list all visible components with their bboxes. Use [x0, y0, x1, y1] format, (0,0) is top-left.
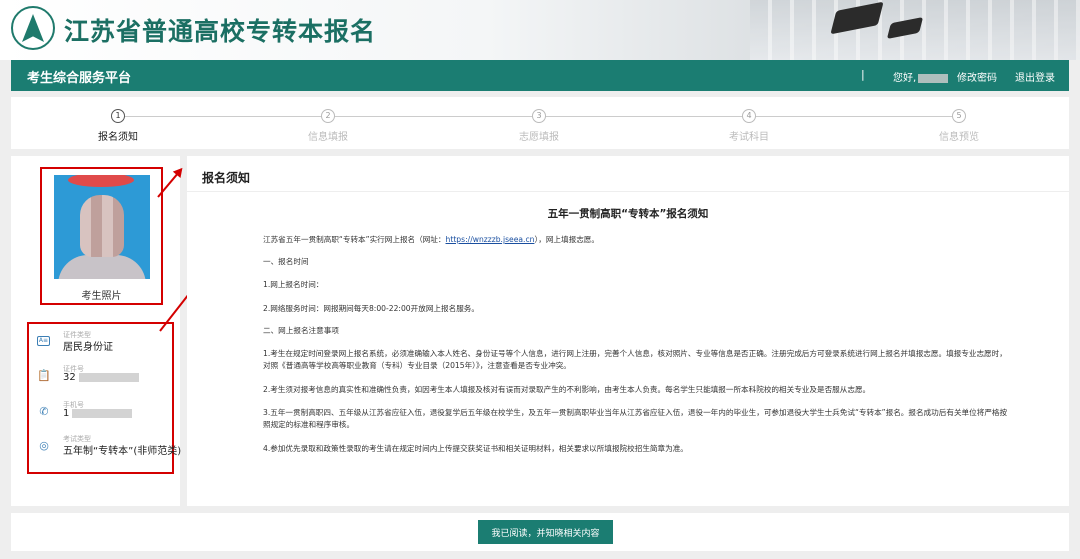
user-greeting: 您好,: [893, 69, 949, 84]
step-label: 志愿填报: [519, 132, 559, 143]
notice-heading: 报名须知: [202, 171, 251, 185]
photo-highlight-box: 考生照片: [40, 167, 163, 305]
step-number: 5: [952, 109, 966, 123]
step-number: 2: [321, 109, 335, 123]
progress-steps: 1 报名须知 2 信息填报 3 志愿填报 4 考试科目 5 信息预览: [11, 97, 1069, 149]
site-title: 江苏省普通高校专转本报名: [64, 17, 377, 46]
notice-title: 五年一贯制高职“专转本”报名须知: [547, 208, 709, 220]
footer-bar: 我已阅读，并知晓相关内容: [11, 513, 1069, 551]
notice-paragraph: 1.考生在规定时间登录网上报名系统，必须准确输入本人姓名、身份证号等个人信息，进…: [263, 349, 1007, 370]
candidate-photo: [54, 175, 150, 279]
heading-divider: [187, 191, 1069, 192]
notice-paragraph: 3.五年一贯制高职四、五年级从江苏省应征入伍，退役复学后五年级在校学生，及五年一…: [263, 408, 1008, 429]
photo-shoulder: [58, 255, 146, 279]
profile-panel: 考生照片 A≡ 证件类型 居民身份证 📋 证件号 32 ✆ 手机号 1 ◎ 考试…: [11, 156, 181, 506]
photo-face-pixelated: [80, 195, 124, 257]
site-banner: 江苏省普通高校专转本报名: [0, 0, 1080, 60]
step-label: 信息填报: [308, 132, 348, 143]
step-5: 5 信息预览: [899, 109, 1019, 143]
info-value: 五年制“专转本”(非师范类): [63, 446, 182, 457]
info-highlight-box: A≡ 证件类型 居民身份证 📋 证件号 32 ✆ 手机号 1 ◎ 考试类型 五年…: [27, 322, 181, 474]
step-number: 1: [111, 109, 125, 123]
step-number: 4: [742, 109, 756, 123]
info-value: 32: [63, 372, 139, 383]
phone-icon: ✆: [39, 405, 49, 418]
clipboard-icon: 📋: [37, 369, 51, 382]
exam-type-icon: ◎: [39, 439, 49, 452]
photo-hat: [68, 175, 134, 187]
notice-intro: 江苏省五年一贯制高职“专转本”实行网上报名（网址：https://wnzzzb.…: [263, 235, 599, 244]
notice-paragraph: 4.参加优先录取和政策性录取的考生请在规定时间内上传提交获奖证书和相关证明材料，…: [263, 444, 688, 453]
notice-panel: 报名须知 五年一贯制高职“专转本”报名须知 江苏省五年一贯制高职“专转本”实行网…: [187, 156, 1069, 506]
section-heading: 一、报名时间: [263, 257, 309, 266]
step-1: 1 报名须知: [58, 109, 178, 143]
step-label: 信息预览: [939, 132, 979, 143]
step-number: 3: [532, 109, 546, 123]
platform-title: 考生综合服务平台: [27, 71, 132, 86]
step-label: 报名须知: [98, 132, 138, 143]
id-card-icon: A≡: [37, 336, 50, 346]
step-label: 考试科目: [729, 132, 769, 143]
top-navbar: 考生综合服务平台 | 您好, 修改密码 退出登录: [11, 60, 1069, 91]
username-blurred: [918, 73, 949, 83]
step-2: 2 信息填报: [268, 109, 388, 143]
logout-link[interactable]: 退出登录: [1015, 69, 1055, 84]
notice-paragraph: 1.网上报名时间：: [263, 280, 324, 289]
change-password-link[interactable]: 修改密码: [957, 69, 997, 84]
info-value: 1: [63, 408, 133, 419]
photo-label: 考生照片: [81, 291, 122, 302]
redacted-bar: [72, 408, 133, 418]
step-4: 4 考试科目: [689, 109, 809, 143]
redacted-bar: [78, 372, 139, 382]
notice-paragraph: 2.网络服务时间：网报期间每天8:00-22:00开放网上报名服务。: [263, 304, 479, 313]
info-value: 居民身份证: [63, 342, 113, 353]
section-heading: 二、网上报名注意事项: [263, 326, 339, 335]
agree-button[interactable]: 我已阅读，并知晓相关内容: [478, 520, 613, 544]
notice-paragraph: 2.考生须对报考信息的真实性和准确性负责，如因考生本人填报及核对有误而对录取产生…: [263, 385, 871, 394]
registration-url-link[interactable]: https://wnzzzb.jseea.cn: [446, 235, 535, 244]
step-3: 3 志愿填报: [479, 109, 599, 143]
school-logo-icon: [11, 6, 55, 50]
nav-separator: |: [861, 68, 865, 81]
